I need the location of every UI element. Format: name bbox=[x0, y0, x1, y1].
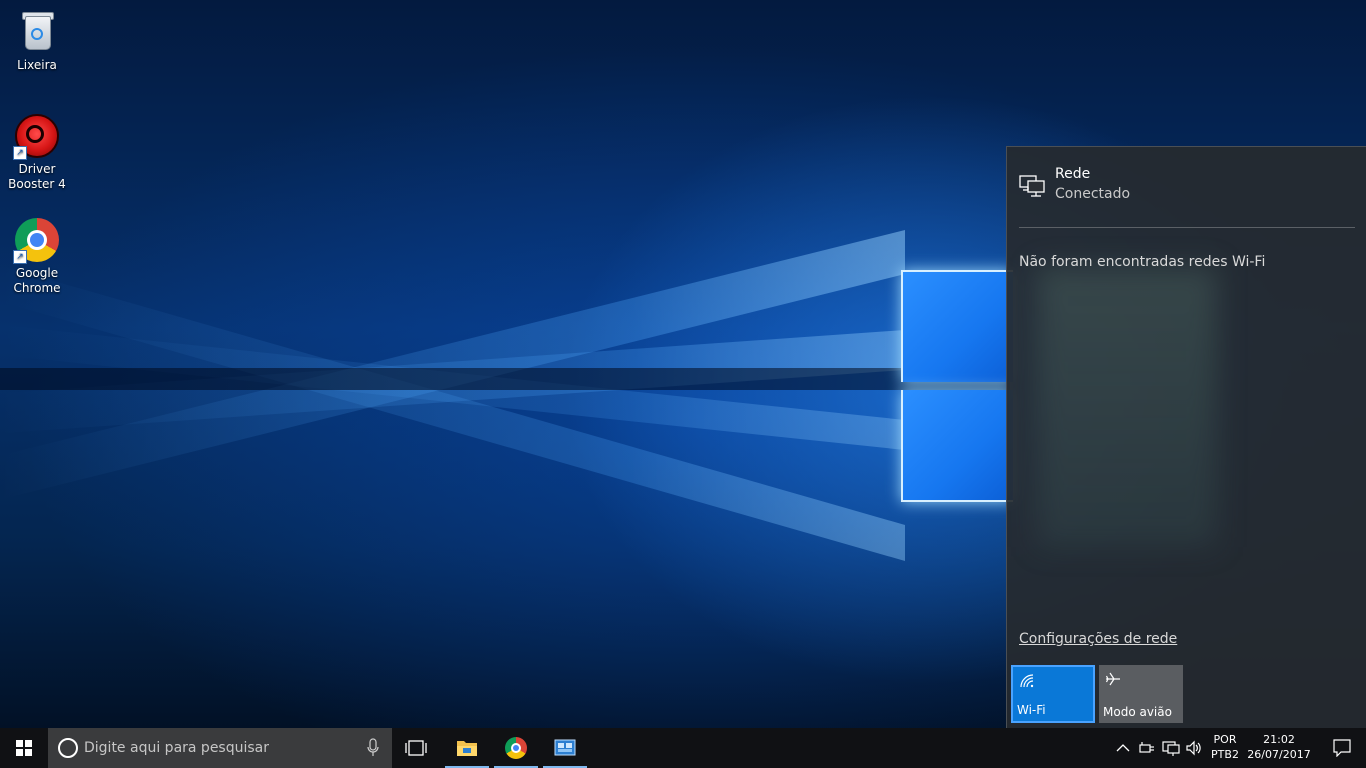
chevron-up-icon[interactable] bbox=[1114, 738, 1132, 758]
recycle-bin-icon bbox=[13, 8, 61, 56]
shortcut-arrow-icon: ↗ bbox=[13, 250, 27, 264]
network-app-button[interactable] bbox=[541, 728, 589, 768]
cortana-icon bbox=[58, 738, 78, 758]
network-name: Rede bbox=[1055, 166, 1091, 182]
driver-booster-icon: ↗ bbox=[13, 112, 61, 160]
windows-logo-pane bbox=[901, 390, 1013, 502]
power-plug-icon[interactable] bbox=[1138, 738, 1156, 758]
network-status: Conectado bbox=[1055, 186, 1131, 202]
airplane-mode-tile[interactable]: Modo avião bbox=[1099, 665, 1183, 723]
network-settings-link[interactable]: Configurações de rede bbox=[1019, 631, 1177, 647]
input-language-indicator[interactable]: POR PTB2 bbox=[1208, 732, 1242, 762]
wifi-toggle-tile[interactable]: Wi-Fi bbox=[1011, 665, 1095, 723]
chrome-icon: ↗ bbox=[13, 216, 61, 264]
network-app-icon bbox=[554, 739, 576, 756]
start-button[interactable] bbox=[0, 728, 48, 768]
desktop-icon-label: Chrome bbox=[13, 281, 61, 295]
language-code: POR bbox=[1213, 733, 1237, 746]
airplane-icon bbox=[1105, 672, 1120, 686]
task-view-button[interactable] bbox=[392, 728, 440, 768]
notification-icon bbox=[1333, 739, 1351, 757]
chrome-taskbar-button[interactable] bbox=[492, 728, 540, 768]
file-explorer-icon bbox=[457, 741, 477, 756]
tile-label: Modo avião bbox=[1103, 705, 1172, 719]
shortcut-arrow-icon: ↗ bbox=[13, 146, 27, 160]
search-placeholder: Digite aqui para pesquisar bbox=[84, 740, 270, 756]
clock-date: 26/07/2017 bbox=[1247, 748, 1311, 761]
wifi-icon bbox=[1020, 674, 1034, 688]
search-box[interactable]: Digite aqui para pesquisar bbox=[48, 728, 392, 768]
action-center-button[interactable] bbox=[1318, 728, 1366, 768]
tile-label: Wi-Fi bbox=[1017, 703, 1046, 717]
desktop-icon-label: Booster 4 bbox=[8, 177, 66, 191]
microphone-icon[interactable] bbox=[366, 738, 380, 758]
clock-time: 21:02 bbox=[1263, 733, 1295, 746]
desktop-icon-label: Driver bbox=[18, 162, 56, 176]
network-item[interactable]: Rede Conectado bbox=[1019, 165, 1355, 215]
task-view-icon bbox=[405, 740, 427, 756]
desktop-icon-recycle-bin[interactable]: Lixeira bbox=[0, 8, 74, 73]
desktop-icon-chrome[interactable]: ↗ Google Chrome bbox=[0, 216, 74, 296]
ethernet-icon bbox=[1019, 175, 1045, 197]
keyboard-layout: PTB2 bbox=[1211, 748, 1239, 761]
clock[interactable]: 21:02 26/07/2017 bbox=[1246, 732, 1312, 762]
desktop-icon-label: Lixeira bbox=[17, 58, 57, 72]
volume-icon[interactable] bbox=[1185, 738, 1203, 758]
windows-logo-pane bbox=[901, 270, 1013, 382]
network-icon[interactable] bbox=[1162, 738, 1180, 758]
windows-logo-icon bbox=[16, 740, 32, 756]
file-explorer-button[interactable] bbox=[443, 728, 491, 768]
chrome-icon bbox=[505, 737, 527, 759]
network-flyout: Rede Conectado Não foram encontradas red… bbox=[1006, 146, 1366, 729]
no-wifi-message: Não foram encontradas redes Wi-Fi bbox=[1019, 254, 1266, 270]
desktop-icon-label: Google bbox=[15, 266, 59, 280]
wallpaper-shadow bbox=[0, 368, 1010, 390]
taskbar: Digite aqui para pesquisar POR PTB2 21:0… bbox=[0, 728, 1366, 768]
desktop-icon-driver-booster[interactable]: ↗ Driver Booster 4 bbox=[0, 112, 74, 192]
divider bbox=[1019, 227, 1355, 228]
